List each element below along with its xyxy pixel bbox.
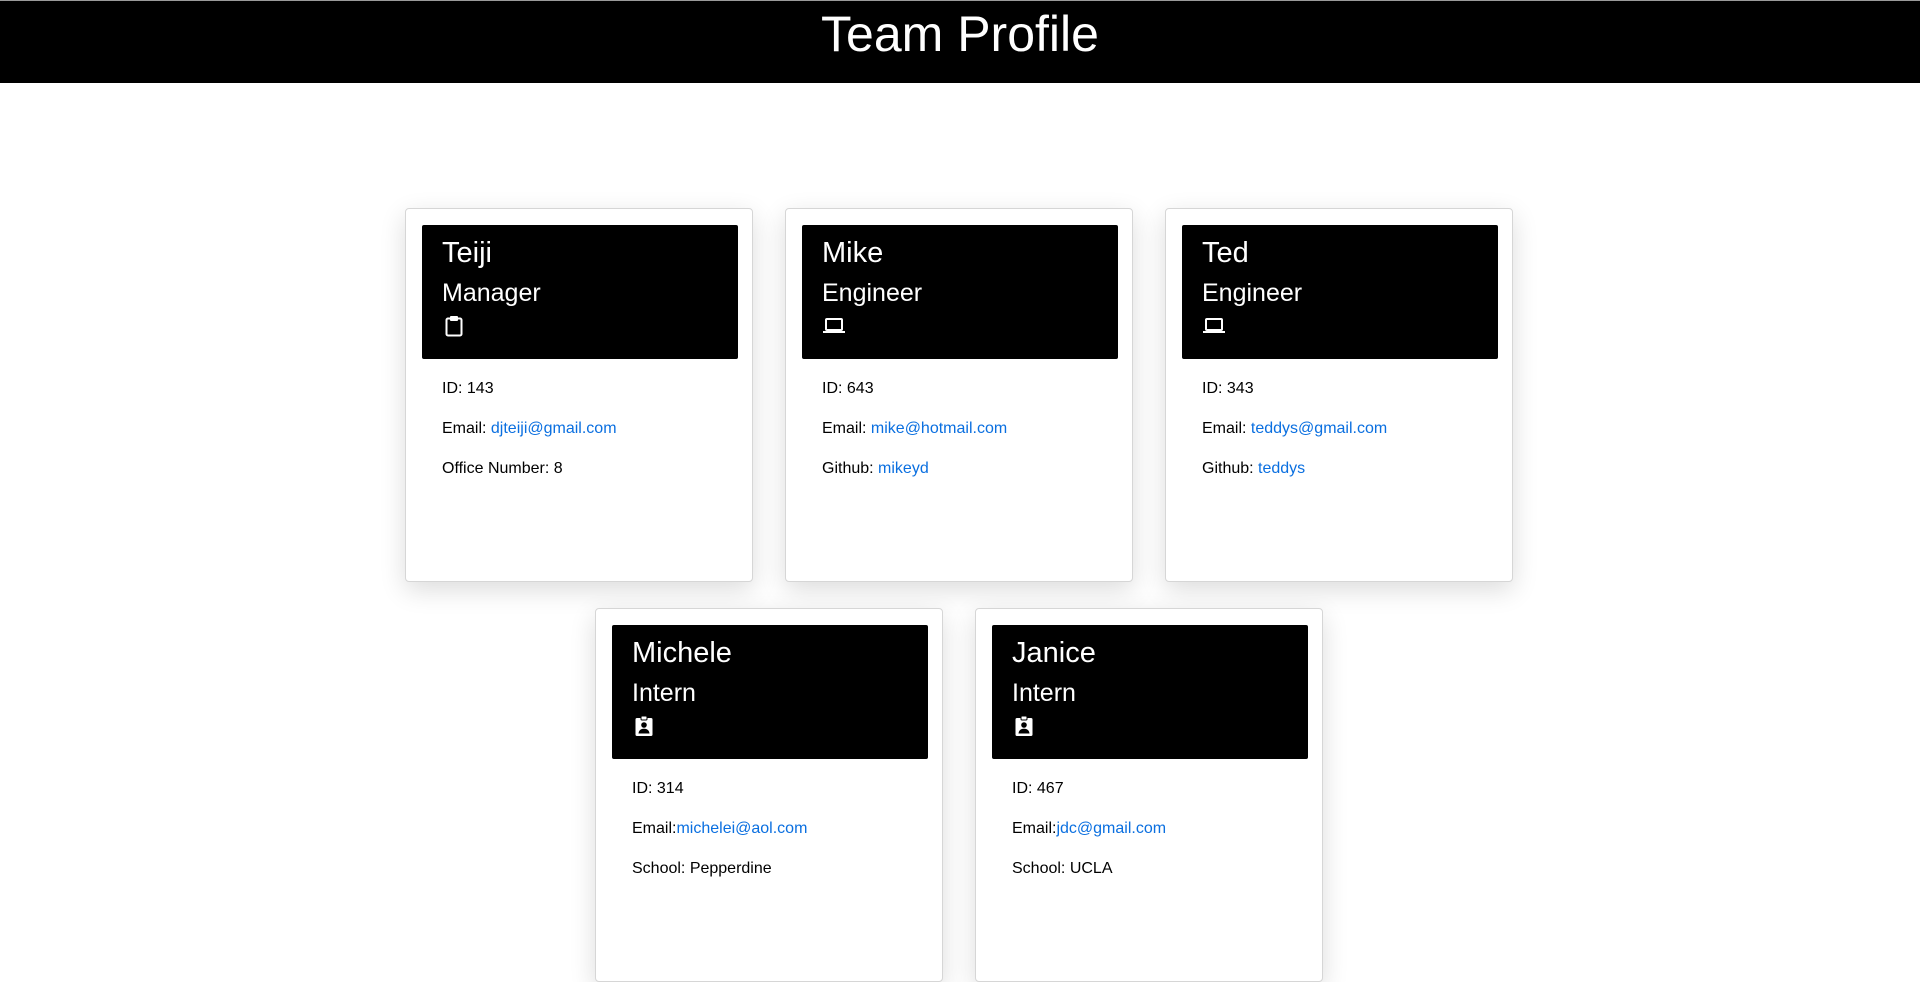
email-link[interactable]: michelei@aol.com — [676, 820, 807, 837]
card-header: Mike Engineer — [802, 225, 1118, 359]
employee-email: Email: djteiji@gmail.com — [442, 419, 617, 439]
github-link[interactable]: teddys — [1258, 460, 1305, 477]
employee-role: Engineer — [822, 279, 923, 307]
github-link[interactable]: mikeyd — [878, 460, 929, 477]
id-badge-icon — [632, 714, 656, 738]
employee-name: Teiji — [442, 237, 492, 269]
employee-email: Email:jdc@gmail.com — [1012, 819, 1166, 839]
card-header: Michele Intern — [612, 625, 928, 759]
employee-id: ID: 143 — [442, 380, 494, 397]
employee-email: Email: mike@hotmail.com — [822, 419, 1007, 439]
github-label: Github: — [822, 460, 879, 477]
employee-github: Github: mikeyd — [822, 459, 929, 479]
employee-school: School: Pepperdine — [632, 860, 772, 877]
employee-github: Github: teddys — [1202, 459, 1305, 479]
employee-card: Michele Intern ID: 314 Email:michelei@ao… — [595, 608, 943, 982]
email-label: Email: — [632, 820, 677, 837]
page-title: Team Profile — [821, 6, 1099, 62]
employee-name: Janice — [1012, 637, 1096, 669]
email-link[interactable]: mike@hotmail.com — [871, 420, 1007, 437]
clipboard-icon — [442, 314, 466, 338]
employee-card: Mike Engineer ID: 643 Email: mike@hotmai… — [785, 208, 1133, 582]
employee-role: Intern — [1012, 679, 1076, 707]
employee-id: ID: 343 — [1202, 380, 1254, 397]
laptop-icon — [1202, 314, 1226, 338]
employee-id: ID: 467 — [1012, 780, 1064, 797]
employee-role: Engineer — [1202, 279, 1303, 307]
employee-card: Janice Intern ID: 467 Email:jdc@gmail.co… — [975, 608, 1323, 982]
email-label: Email: — [822, 420, 871, 437]
id-badge-icon — [1012, 714, 1036, 738]
employee-id: ID: 643 — [822, 380, 874, 397]
employee-email: Email:michelei@aol.com — [632, 819, 807, 839]
employee-card: Teiji Manager ID: 143 Email: djteiji@gma… — [405, 208, 753, 582]
email-label: Email: — [1012, 820, 1057, 837]
email-link[interactable]: teddys@gmail.com — [1251, 420, 1387, 437]
employee-card: Ted Engineer ID: 343 Email: teddys@gmail… — [1165, 208, 1513, 582]
email-label: Email: — [1202, 420, 1251, 437]
employee-id: ID: 314 — [632, 780, 684, 797]
email-link[interactable]: jdc@gmail.com — [1056, 820, 1166, 837]
card-header: Janice Intern — [992, 625, 1308, 759]
card-header: Teiji Manager — [422, 225, 738, 359]
employee-name: Michele — [632, 637, 732, 669]
employee-name: Mike — [822, 237, 884, 269]
employee-school: School: UCLA — [1012, 860, 1113, 877]
email-label: Email: — [442, 420, 491, 437]
github-label: Github: — [1202, 460, 1259, 477]
employee-role: Intern — [632, 679, 696, 707]
email-link[interactable]: djteiji@gmail.com — [491, 420, 617, 437]
laptop-icon — [822, 314, 846, 338]
card-header: Ted Engineer — [1182, 225, 1498, 359]
page-header: Team Profile — [0, 0, 1920, 83]
employee-role: Manager — [442, 279, 541, 307]
employee-name: Ted — [1202, 237, 1249, 269]
employee-email: Email: teddys@gmail.com — [1202, 419, 1387, 439]
office-number: Office Number: 8 — [442, 460, 563, 477]
